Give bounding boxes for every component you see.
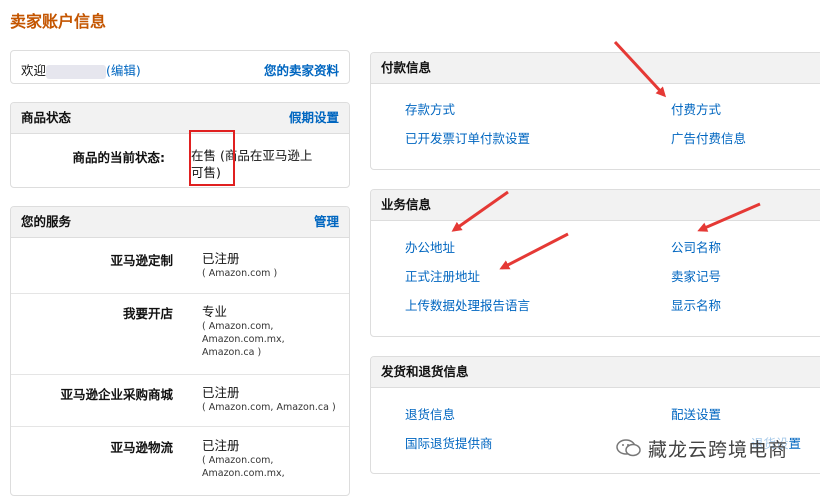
upload-data-language-link[interactable]: 上传数据处理报告语言 (405, 295, 530, 314)
office-address-link[interactable]: 办公地址 (405, 237, 455, 256)
service-marketplaces: ( Amazon.com ) (202, 268, 278, 279)
status-highlight-box (189, 130, 235, 186)
service-value: 已注册 ( Amazon.com ) (202, 250, 277, 280)
display-name-link[interactable]: 显示名称 (671, 295, 721, 314)
shipping-returns-header: 发货和退货信息 (371, 357, 820, 388)
deposit-methods-link[interactable]: 存款方式 (405, 99, 455, 118)
listing-status-header: 商品状态 假期设置 (11, 103, 349, 134)
service-marketplaces: ( Amazon.com, Amazon.com.mx, Amazon.ca ) (202, 321, 285, 358)
international-returns-link[interactable]: 国际退货提供商 (405, 433, 493, 452)
advertising-payment-link[interactable]: 广告付费信息 (671, 128, 746, 147)
service-status: 已注册 (202, 438, 240, 453)
service-label: 亚马逊物流 (110, 440, 173, 455)
registered-address-link[interactable]: 正式注册地址 (405, 266, 480, 285)
service-value: 专业 ( Amazon.com, Amazon.com.mx, Amazon.c… (202, 303, 285, 359)
service-marketplaces: ( Amazon.com, Amazon.ca ) (202, 402, 336, 413)
watermark-text: 藏龙云跨境电商 (648, 438, 789, 461)
listing-status-title: 商品状态 (21, 110, 72, 125)
service-label: 我要开店 (122, 306, 173, 321)
services-title: 您的服务 (21, 214, 72, 229)
welcome-label: 欢迎 (21, 63, 47, 78)
service-label: 亚马逊定制 (110, 253, 173, 268)
divider (11, 426, 349, 427)
service-status: 已注册 (202, 251, 240, 266)
page-title: 卖家账户信息 (10, 12, 107, 31)
listing-status-box: 商品状态 假期设置 商品的当前状态: 在售 (商品在亚马逊上 可售) (10, 102, 350, 188)
seller-profile-link[interactable]: 您的卖家资料 (264, 60, 339, 79)
services-header: 您的服务 管理 (11, 207, 349, 238)
company-name-link[interactable]: 公司名称 (671, 237, 721, 256)
payment-info-header: 付款信息 (371, 53, 820, 84)
charge-methods-link[interactable]: 付费方式 (671, 99, 721, 118)
service-value: 已注册 ( Amazon.com, Amazon.com.mx, (202, 437, 285, 480)
manage-link[interactable]: 管理 (314, 207, 339, 237)
services-box: 您的服务 管理 亚马逊定制 已注册 ( Amazon.com ) 我要开店 专业… (10, 206, 350, 496)
service-status: 专业 (202, 304, 228, 319)
payment-info-box: 付款信息 存款方式 付费方式 已开发票订单付款设置 广告付费信息 (370, 52, 820, 170)
blurred-name (46, 64, 107, 79)
merchant-token-link[interactable]: 卖家记号 (671, 266, 721, 285)
current-status-label: 商品的当前状态: (72, 150, 166, 165)
divider (11, 374, 349, 375)
service-value: 已注册 ( Amazon.com, Amazon.ca ) (202, 384, 336, 414)
business-info-box: 业务信息 办公地址 公司名称 正式注册地址 卖家记号 上传数据处理报告语言 显示… (370, 189, 820, 337)
business-info-header: 业务信息 (371, 190, 820, 221)
service-status: 已注册 (202, 385, 240, 400)
service-marketplaces: ( Amazon.com, Amazon.com.mx, (202, 455, 285, 479)
welcome-box: 欢迎 (编辑) 您的卖家资料 (10, 50, 350, 84)
holiday-settings-link[interactable]: 假期设置 (289, 103, 339, 133)
edit-link[interactable]: (编辑) (106, 63, 141, 78)
wechat-icon (616, 438, 642, 458)
divider (11, 293, 349, 294)
invoiced-order-payment-link[interactable]: 已开发票订单付款设置 (405, 128, 530, 147)
watermark: 藏龙云跨境电商 (616, 434, 789, 462)
service-label: 亚马逊企业采购商城 (60, 387, 173, 402)
return-information-link[interactable]: 退货信息 (405, 404, 455, 423)
shipping-settings-link[interactable]: 配送设置 (671, 404, 721, 423)
